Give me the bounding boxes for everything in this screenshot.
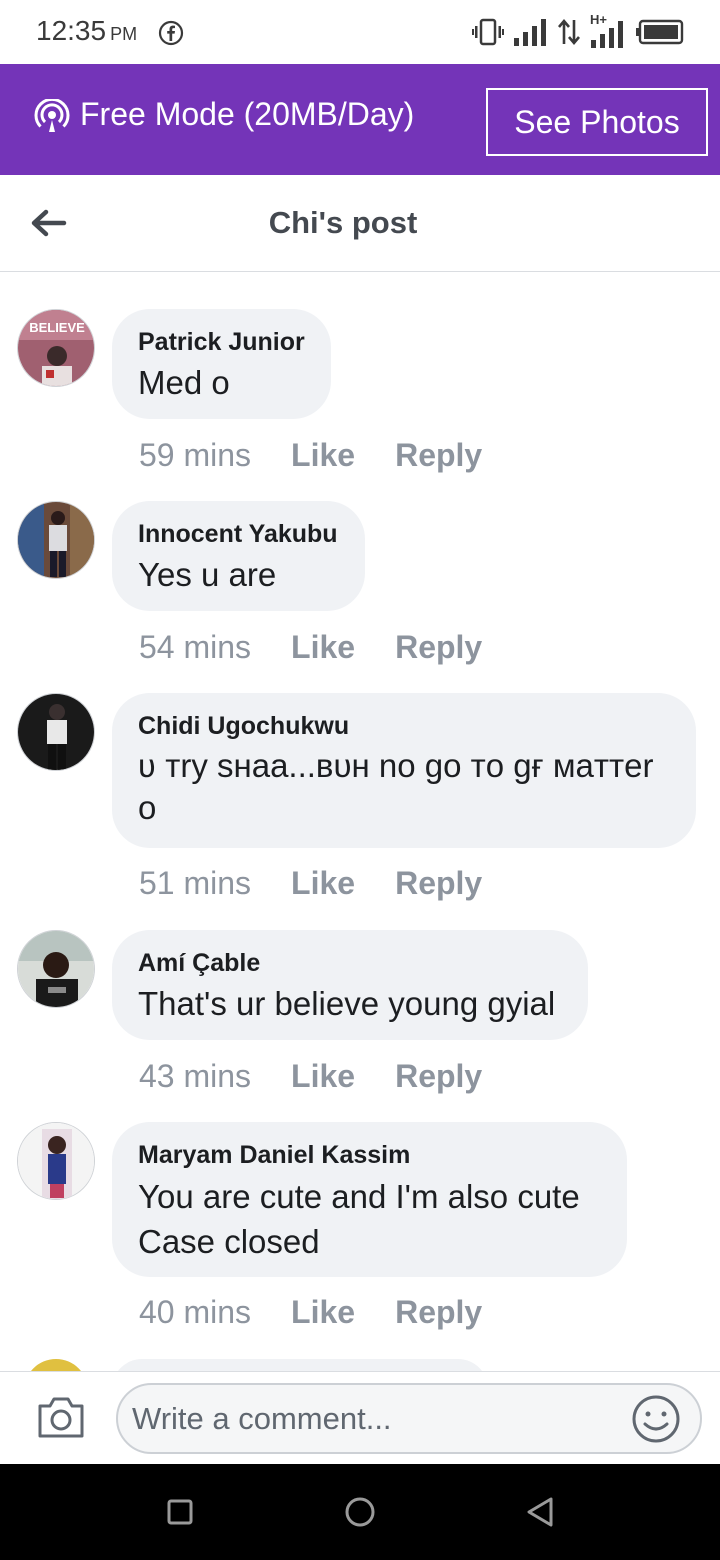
comment-text: You are cute and I'm also cute Case clos… xyxy=(138,1174,601,1264)
comment-time: 51 mins xyxy=(139,865,252,901)
comment-time: 59 mins xyxy=(139,437,252,473)
comment-text-line: Case closed xyxy=(138,1223,320,1260)
avatar[interactable] xyxy=(17,501,95,579)
reply-button[interactable]: Reply xyxy=(395,1294,482,1331)
comment-actions: 51 mins Like Reply xyxy=(139,865,482,902)
battery-icon xyxy=(636,19,684,45)
avatar[interactable]: BELIEVE xyxy=(17,309,95,387)
avatar[interactable] xyxy=(24,1359,88,1371)
avatar-image: BELIEVE xyxy=(18,310,94,386)
avatar-logo-text: BELIEVE xyxy=(29,320,85,335)
comment-time: 54 mins xyxy=(139,629,252,665)
comment-item-partial xyxy=(0,1359,720,1371)
free-mode-text: Free Mode (20MB/Day) xyxy=(80,96,415,132)
signal-icon xyxy=(514,19,546,46)
post-header: Chi's post xyxy=(0,175,720,272)
avatar[interactable] xyxy=(17,930,95,1008)
reply-button[interactable]: Reply xyxy=(395,1058,482,1095)
home-icon[interactable] xyxy=(342,1494,378,1530)
comment-bubble[interactable]: Chidi Ugochukwu ʋ тry sнaa...вυн no go т… xyxy=(112,693,696,848)
free-mode-banner: Free Mode (20MB/Day) See Photos xyxy=(0,64,720,175)
comment-bubble[interactable]: Amí Çable That's ur believe young gyial xyxy=(112,930,588,1040)
comment-composer xyxy=(0,1371,720,1464)
emoji-icon[interactable] xyxy=(631,1394,681,1444)
reply-button[interactable]: Reply xyxy=(395,629,482,666)
comment-author[interactable]: Patrick Junior xyxy=(138,327,305,357)
comment-actions: 43 mins Like Reply xyxy=(139,1058,482,1095)
comment-author[interactable]: Innocent Yakubu xyxy=(138,519,339,549)
reply-button[interactable]: Reply xyxy=(395,437,482,474)
comment-bubble[interactable]: Innocent Yakubu Yes u are xyxy=(112,501,365,611)
camera-icon[interactable] xyxy=(36,1394,86,1440)
facebook-icon xyxy=(158,20,184,46)
data-transfer-icon xyxy=(558,18,580,46)
like-button[interactable]: Like xyxy=(291,437,355,474)
navigation-bar xyxy=(0,1464,720,1560)
comment-bubble[interactable]: Maryam Daniel Kassim You are cute and I'… xyxy=(112,1122,627,1277)
comment-author[interactable]: Amí Çable xyxy=(138,948,562,978)
comment-bubble[interactable]: Patrick Junior Med o xyxy=(112,309,331,419)
clock-ampm: PM xyxy=(110,24,138,44)
comment-input[interactable] xyxy=(116,1383,702,1454)
page-title: Chi's post xyxy=(268,205,418,240)
status-time: 12:35 PM xyxy=(36,15,137,47)
reply-button[interactable]: Reply xyxy=(395,865,482,902)
comment-author[interactable]: Maryam Daniel Kassim xyxy=(138,1140,601,1170)
comment-time: 40 mins xyxy=(139,1294,252,1330)
broadcast-icon xyxy=(34,99,70,132)
like-button[interactable]: Like xyxy=(291,1294,355,1331)
comment-text: That's ur believe young gyial xyxy=(138,985,556,1022)
comment-time: 43 mins xyxy=(139,1058,252,1094)
status-icons: H+ xyxy=(472,12,684,48)
recents-icon[interactable] xyxy=(162,1494,198,1530)
comment-actions: 40 mins Like Reply xyxy=(139,1294,482,1331)
avatar[interactable] xyxy=(17,693,95,771)
like-button[interactable]: Like xyxy=(291,1058,355,1095)
comment-author[interactable]: Chidi Ugochukwu xyxy=(138,711,670,741)
avatar-image xyxy=(18,1123,94,1199)
avatar[interactable] xyxy=(17,1122,95,1200)
comment-text-line: You are cute and I'm also cute xyxy=(138,1178,580,1215)
back-icon[interactable] xyxy=(522,1494,558,1530)
see-photos-button[interactable]: See Photos xyxy=(486,88,708,156)
comment-text: Med o xyxy=(138,364,230,401)
like-button[interactable]: Like xyxy=(291,629,355,666)
like-button[interactable]: Like xyxy=(291,865,355,902)
signal-hplus-icon xyxy=(591,21,623,48)
comment-bubble[interactable] xyxy=(112,1359,488,1371)
comment-text-line: ʋ тry sнaa...вυн no go тo gғ мaттer xyxy=(138,747,654,784)
avatar-image xyxy=(18,694,94,770)
avatar-image xyxy=(18,931,94,1007)
comment-text-line: o xyxy=(138,789,157,826)
comment-text: Yes u are xyxy=(138,556,277,593)
signal-hplus: H+ xyxy=(590,12,626,48)
status-bar: 12:35 PM H+ xyxy=(0,0,720,64)
comment-text: ʋ тry sнaa...вυн no go тo gғ мaттer o xyxy=(138,745,670,829)
comment-actions: 54 mins Like Reply xyxy=(139,629,482,666)
clock-text: 12:35 xyxy=(36,15,107,46)
vibrate-icon xyxy=(472,18,504,46)
avatar-image xyxy=(18,502,94,578)
comment-actions: 59 mins Like Reply xyxy=(139,437,482,474)
